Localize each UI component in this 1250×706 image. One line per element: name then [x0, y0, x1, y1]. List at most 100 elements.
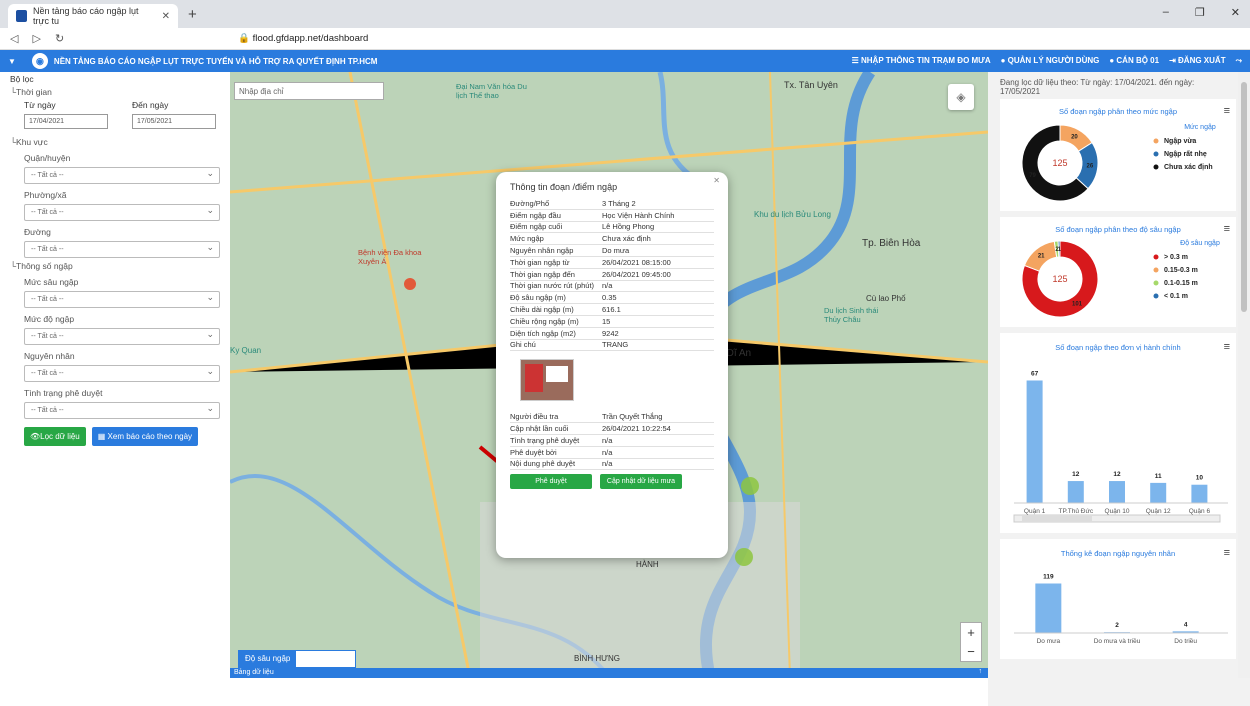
district-select[interactable]: -- Tất cả -- [24, 167, 220, 184]
popup-row: Thời gian nước rút (phút) n/a [510, 281, 714, 293]
nav-user-management[interactable]: ● QUẢN LÝ NGƯỜI DÙNG [1001, 56, 1100, 66]
filter-toggle-icon[interactable]: ▼ [8, 57, 16, 66]
popup-row: Chiều dài ngập (m) 616.1 [510, 304, 714, 316]
legend-label[interactable]: 0.1-0.15 m [1164, 280, 1198, 287]
bar[interactable] [1026, 380, 1043, 503]
chart-toggle-icon[interactable]: ⤳ [1236, 56, 1242, 66]
approve-button[interactable]: Phê duyệt [510, 474, 592, 490]
daily-report-button[interactable]: ▦ Xem báo cáo theo ngày [91, 427, 199, 446]
filter-data-button[interactable]: 👁Lọc dữ liệu [24, 427, 86, 446]
popup-row: Ghi chú TRANG [510, 340, 714, 352]
zoom-out-button[interactable]: − [967, 644, 975, 659]
nav-rain-station[interactable]: ☰ NHẬP THÔNG TIN TRẠM ĐO MƯA [852, 56, 991, 66]
popup-row: Nguyên nhân ngập Do mưa [510, 245, 714, 257]
forward-icon[interactable]: ▷ [32, 32, 40, 45]
x-tick-label: TP.Thủ Đức [1059, 507, 1094, 515]
site-favicon-icon [16, 10, 27, 22]
zoom-control: + − [960, 622, 982, 662]
panel-scrollbar[interactable] [1238, 72, 1250, 678]
map-label: BÌNH HƯNG [574, 654, 620, 663]
map-label: Tx. Tân Uyên [784, 80, 838, 90]
legend-label[interactable]: Ngập rất nhẹ [1164, 150, 1207, 158]
popup-row-key: Người điều tra [510, 412, 559, 422]
depth-select[interactable]: -- Tất cả -- [24, 291, 220, 308]
filter-buttons: 👁Lọc dữ liệu ▦ Xem báo cáo theo ngày [24, 427, 220, 446]
from-date-input[interactable]: 17/04/2021 [24, 114, 108, 129]
app-header: ▼ ◉ NỀN TẢNG BÁO CÁO NGẬP LỤT TRỰC TUYẾN… [0, 50, 1250, 72]
popup-row-value: Trần Quyết Thắng [602, 412, 663, 422]
cause-select[interactable]: -- Tất cả -- [24, 365, 220, 382]
legend-label[interactable]: Chưa xác định [1164, 164, 1213, 171]
app-logo: ◉ [31, 53, 48, 69]
close-window-icon[interactable]: ✕ [1231, 6, 1240, 19]
from-date-label: Từ ngày [24, 100, 56, 110]
bar[interactable] [1067, 481, 1084, 503]
scrollbar-thumb[interactable] [1241, 82, 1247, 312]
popup-row-value: 0.35 [602, 293, 617, 303]
zoom-in-button[interactable]: + [967, 625, 975, 640]
to-date-input[interactable]: 17/05/2021 [132, 114, 216, 129]
nav-rain-station-label: NHẬP THÔNG TIN TRẠM ĐO MƯA [861, 56, 991, 65]
chart-scrollbar-thumb[interactable] [1022, 516, 1092, 521]
nav-logout-label: ĐĂNG XUẤT [1178, 56, 1226, 65]
area-group-label: Khu vực [16, 137, 48, 147]
expand-icon[interactable]: ↑ [979, 668, 983, 675]
slice-label: 26 [1087, 164, 1094, 170]
bar-value-label: 2 [1115, 622, 1119, 629]
update-rain-button[interactable]: Cập nhật dữ liệu mưa [600, 474, 682, 490]
back-icon[interactable]: ◁ [10, 32, 18, 45]
map-area[interactable]: Tx. Tân Uyên Tp. Biên Hòa Tx. Dĩ An Khu … [230, 72, 988, 678]
popup-row-value: n/a [602, 447, 613, 457]
bar-chart-admin: 67 Quận 1 12 TP.Thủ Đức 12 Quận 10 11 Quận 12 10… [1013, 370, 1228, 523]
new-tab-icon[interactable]: + [188, 6, 197, 23]
layers-icon[interactable]: ◈ [948, 84, 974, 110]
chart-title: Số đoạn ngập theo đơn vị hành chính [1055, 343, 1181, 352]
flood-photo[interactable] [520, 359, 574, 402]
popup-close-icon[interactable]: ✕ [713, 176, 720, 185]
legend-marker [1153, 254, 1159, 260]
app-title: NỀN TẢNG BÁO CÁO NGẬP LỤT TRỰC TUYẾN VÀ … [53, 56, 378, 66]
ward-label: Phường/xã [24, 190, 67, 200]
map-label: Đại Nam Văn hóa Du lịch Thế thao [456, 82, 527, 100]
reload-icon[interactable]: ↻ [55, 32, 64, 45]
legend-label[interactable]: Ngập vừa [1164, 138, 1196, 145]
bar[interactable] [1035, 583, 1062, 633]
nav-logout[interactable]: ⇥ ĐĂNG XUẤT [1169, 56, 1226, 66]
window-controls: – ❐ ✕ [1163, 6, 1240, 19]
bar[interactable] [1191, 484, 1208, 503]
legend-label[interactable]: > 0.3 m [1164, 254, 1188, 261]
popup-row-value: n/a [602, 281, 613, 291]
bar[interactable] [1109, 481, 1125, 503]
browser-tab[interactable]: Nền tảng báo cáo ngập lụt trực tu ✕ [8, 4, 178, 28]
url-field[interactable]: 🔒 flood.gfdapp.net/dashboard [238, 33, 368, 44]
depth-legend-label: Độ sâu ngập [239, 651, 297, 667]
chart-card-admin: Số đoạn ngập theo đơn vị hành chính ≡ 67… [1000, 333, 1236, 533]
street-select[interactable]: -- Tất cả -- [24, 241, 220, 258]
legend-marker [1153, 164, 1159, 170]
popup-row-value: 26/04/2021 09:45:00 [602, 269, 671, 279]
level-select[interactable]: -- Tất cả -- [24, 328, 220, 345]
popup-row-key: Mức ngập [510, 234, 544, 244]
minimize-icon[interactable]: – [1163, 6, 1169, 19]
depth-legend-tab[interactable]: Độ sâu ngập [238, 650, 356, 668]
data-table-label: Bảng dữ liệu [234, 669, 274, 676]
data-table-tab[interactable]: Bảng dữ liệu ↑ [230, 668, 988, 678]
chart-menu-icon[interactable]: ≡ [1224, 341, 1230, 353]
chart-card-level: Số đoạn ngập phân theo mức ngập ≡ 20 26 79… [1000, 99, 1236, 211]
status-select[interactable]: -- Tất cả -- [24, 402, 220, 419]
legend-label[interactable]: 0.15-0.3 m [1164, 267, 1198, 274]
popup-row-value: 616.1 [602, 305, 621, 315]
address-search-input[interactable]: Nhập địa chỉ [234, 82, 384, 100]
popup-row-key: Điểm ngập đầu [510, 210, 561, 220]
legend-label[interactable]: < 0.1 m [1164, 293, 1188, 300]
chart-menu-icon[interactable]: ≡ [1224, 547, 1230, 559]
time-group-label: Thời gian [16, 87, 52, 97]
ward-select[interactable]: -- Tất cả -- [24, 204, 220, 221]
popup-row: Cập nhật lần cuối 26/04/2021 10:22:54 [510, 423, 714, 435]
slice-label: 20 [1071, 135, 1078, 141]
restore-icon[interactable]: ❐ [1195, 6, 1205, 19]
url-text: flood.gfdapp.net/dashboard [252, 33, 369, 44]
close-tab-icon[interactable]: ✕ [162, 11, 170, 22]
nav-current-user[interactable]: ● CÁN BỘ 01 [1109, 56, 1159, 66]
bar[interactable] [1150, 482, 1167, 503]
